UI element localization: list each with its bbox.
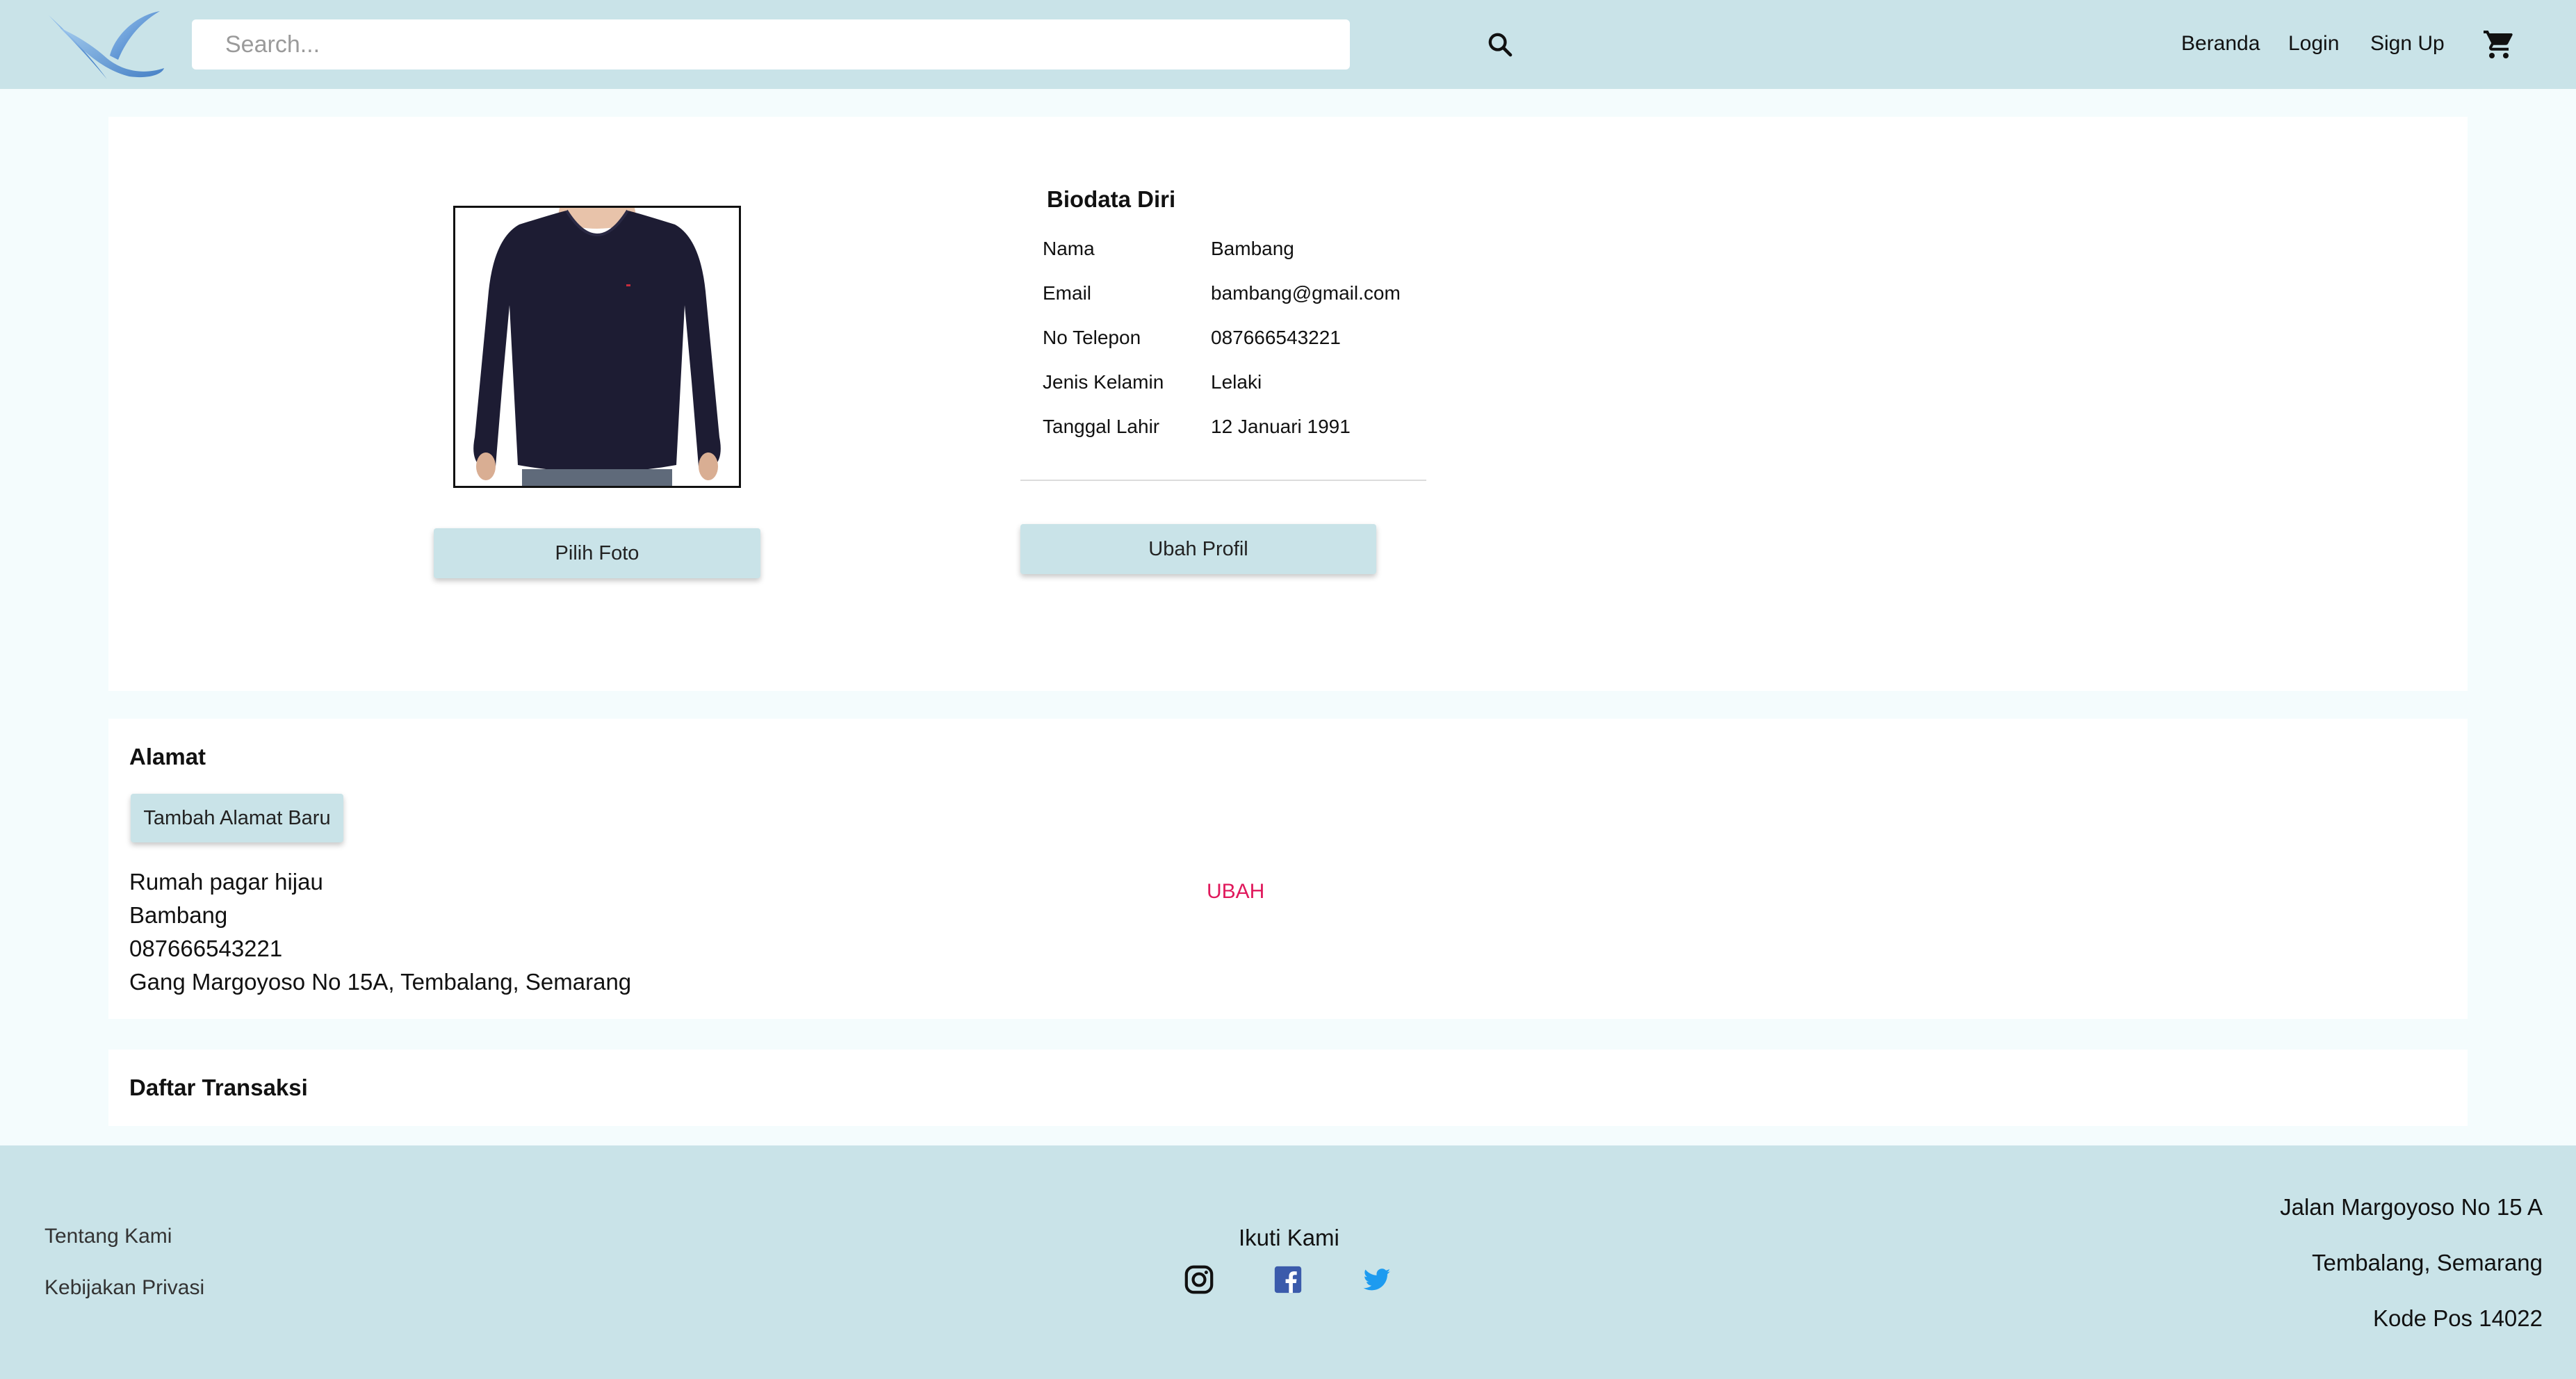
biodata-title: Biodata Diri	[1047, 186, 1176, 212]
cart-icon[interactable]	[2481, 28, 2516, 61]
biodata-label-nama: Nama	[1043, 238, 1095, 259]
footer-address-city: Tembalang, Semarang	[2311, 1250, 2543, 1275]
biodata-label-gender: Jenis Kelamin	[1043, 371, 1164, 393]
sweater-photo	[455, 208, 739, 486]
footer: Tentang Kami Kebijakan Privasi Ikuti Kam…	[0, 1145, 2576, 1379]
footer-link-about[interactable]: Tentang Kami	[44, 1225, 172, 1248]
search-input[interactable]	[225, 19, 1268, 70]
profile-photo	[453, 206, 741, 488]
nav-link-login[interactable]: Login	[2288, 32, 2339, 56]
follow-us-title: Ikuti Kami	[1239, 1225, 1339, 1250]
edit-address-link[interactable]: UBAH	[1207, 880, 1264, 904]
biodata-value-phone: 087666543221	[1211, 327, 1341, 348]
search-icon[interactable]	[1486, 31, 1514, 58]
footer-link-privacy[interactable]: Kebijakan Privasi	[44, 1276, 204, 1300]
footer-address-street: Jalan Margoyoso No 15 A	[2280, 1194, 2543, 1220]
address-street: Gang Margoyoso No 15A, Tembalang, Semara…	[129, 969, 632, 995]
biodata-label-email: Email	[1043, 282, 1092, 304]
transactions-title: Daftar Transaksi	[129, 1075, 308, 1100]
footer-address-postal: Kode Pos 14022	[2372, 1305, 2543, 1331]
biodata-value-email: bambang@gmail.com	[1211, 282, 1401, 304]
facebook-icon[interactable]	[1272, 1264, 1304, 1296]
search-bar	[192, 19, 1513, 70]
address-recipient: Bambang	[129, 902, 228, 928]
profile-card: Pilih Foto Biodata Diri Nama Bambang Ema…	[108, 117, 2468, 691]
choose-photo-button[interactable]: Pilih Foto	[434, 528, 760, 578]
biodata-divider	[1020, 480, 1426, 481]
edit-profile-button[interactable]: Ubah Profil	[1020, 524, 1376, 574]
biodata-value-birthdate: 12 Januari 1991	[1211, 416, 1351, 437]
add-address-button[interactable]: Tambah Alamat Baru	[131, 794, 343, 842]
biodata-label-birthdate: Tanggal Lahir	[1043, 416, 1160, 437]
transactions-card: Daftar Transaksi	[108, 1050, 2468, 1126]
nav-link-signup[interactable]: Sign Up	[2370, 32, 2445, 56]
top-navbar: Beranda Login Sign Up	[0, 0, 2576, 89]
biodata-value-nama: Bambang	[1211, 238, 1294, 259]
twitter-icon[interactable]	[1361, 1264, 1393, 1296]
address-label: Rumah pagar hijau	[129, 869, 323, 895]
biodata-value-gender: Lelaki	[1211, 371, 1262, 393]
bird-logo[interactable]	[46, 7, 164, 83]
address-title: Alamat	[129, 744, 206, 769]
biodata-label-phone: No Telepon	[1043, 327, 1141, 348]
nav-link-beranda[interactable]: Beranda	[2181, 32, 2260, 56]
address-phone: 087666543221	[129, 936, 283, 961]
instagram-icon[interactable]	[1183, 1264, 1215, 1296]
address-card: Alamat Tambah Alamat Baru Rumah pagar hi…	[108, 719, 2468, 1019]
